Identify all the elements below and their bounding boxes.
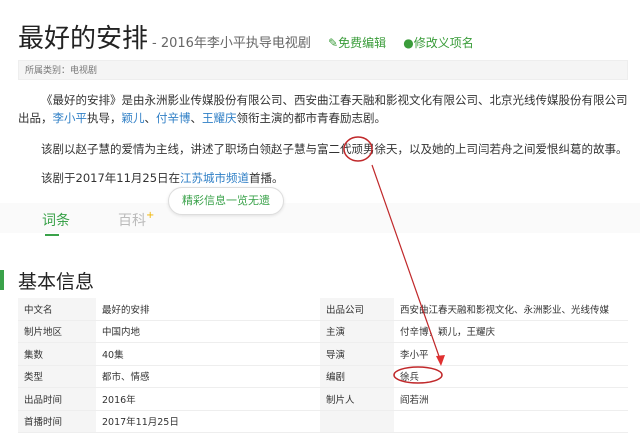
arrow-line [371,164,442,363]
arrow-head [436,355,445,366]
circle-mark [343,136,373,162]
annotation-overlay [343,136,445,384]
circle-mark [393,366,443,384]
